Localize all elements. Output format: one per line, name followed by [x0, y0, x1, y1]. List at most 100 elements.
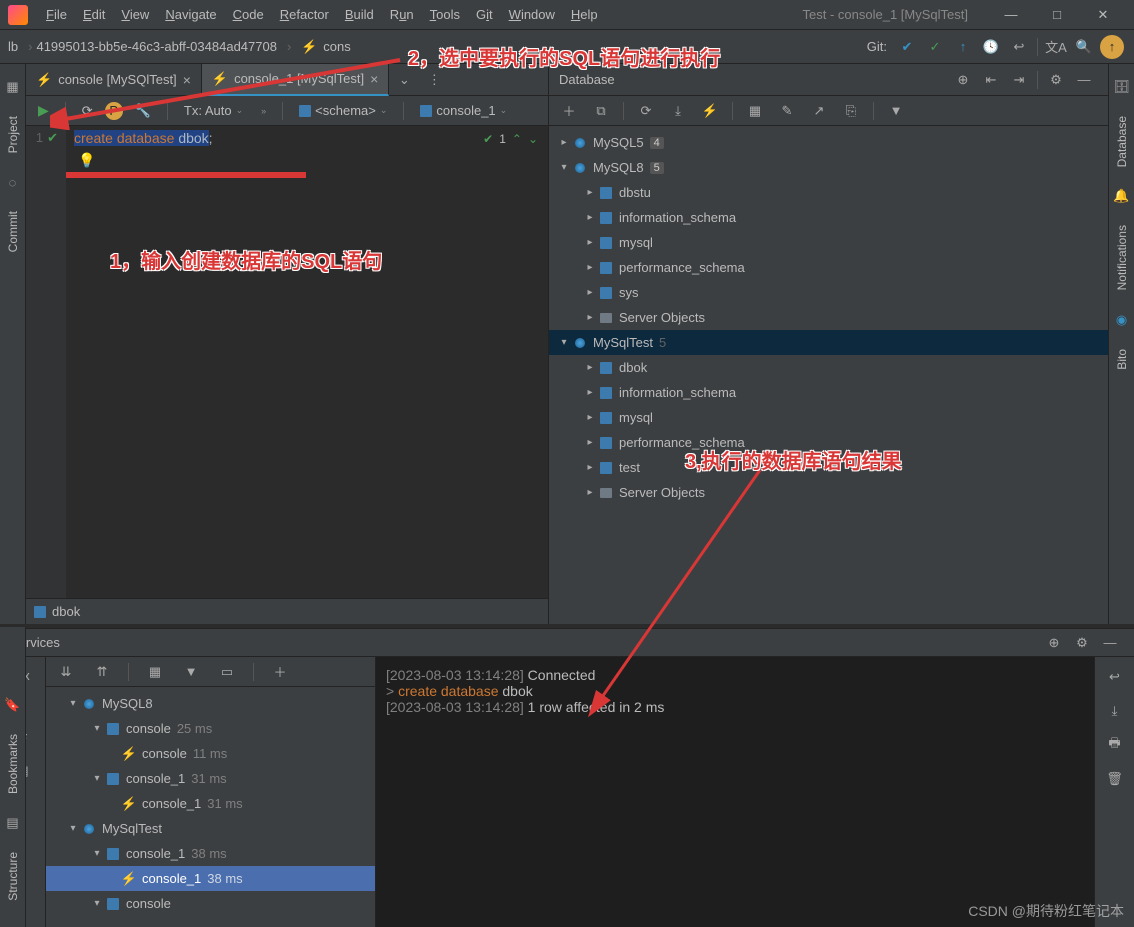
- target-icon[interactable]: ⊕: [1042, 631, 1066, 655]
- tabs-dropdown[interactable]: ⌄: [389, 72, 419, 88]
- table-icon[interactable]: ▦: [743, 99, 767, 123]
- target-icon[interactable]: ⊕: [951, 68, 975, 92]
- scroll-end-icon[interactable]: ⤓: [1103, 699, 1127, 723]
- tree-schema[interactable]: ▸mysql: [549, 405, 1108, 430]
- filter-icon[interactable]: ▼: [179, 660, 203, 684]
- jump-icon[interactable]: ↗: [807, 99, 831, 123]
- menu-refactor[interactable]: Refactor: [272, 0, 337, 29]
- breadcrumb-root[interactable]: lb: [8, 39, 18, 54]
- db-tree[interactable]: ▸MySQL54 ▾MySQL85 ▸dbstu ▸information_sc…: [549, 126, 1108, 624]
- svc-console[interactable]: ▾console25 ms: [46, 716, 375, 741]
- edit-icon[interactable]: ✎: [775, 99, 799, 123]
- sidebar-bito[interactable]: Bito: [1115, 349, 1129, 370]
- explain-plan-icon[interactable]: P: [105, 102, 123, 120]
- menu-build[interactable]: Build: [337, 0, 382, 29]
- menu-help[interactable]: Help: [563, 0, 606, 29]
- tree-server-objects[interactable]: ▸Server Objects: [549, 305, 1108, 330]
- expand-all-icon[interactable]: ⇊: [54, 660, 78, 684]
- tree-schema[interactable]: ▸performance_schema: [549, 255, 1108, 280]
- menu-git[interactable]: Git: [468, 0, 501, 29]
- intention-bulb-icon[interactable]: 💡: [78, 152, 95, 169]
- menu-run[interactable]: Run: [382, 0, 422, 29]
- tree-datasource[interactable]: ▾MySQL85: [549, 155, 1108, 180]
- svc-query-selected[interactable]: ⚡console_138 ms: [46, 866, 375, 891]
- up-icon[interactable]: ⌃: [512, 132, 522, 146]
- svc-datasource[interactable]: ▾MySqlTest: [46, 816, 375, 841]
- svc-datasource[interactable]: ▾MySQL8: [46, 691, 375, 716]
- translate-icon[interactable]: 文A: [1044, 35, 1068, 59]
- editor-body[interactable]: 1✔ create database dbok; 💡 ✔1 ⌃ ⌄: [26, 126, 548, 598]
- gear-icon[interactable]: ⚙: [1070, 631, 1094, 655]
- close-icon[interactable]: ×: [183, 72, 191, 88]
- breadcrumb-item[interactable]: cons: [323, 39, 350, 54]
- sidebar-database[interactable]: Database: [1115, 116, 1129, 167]
- tree-datasource[interactable]: ▸MySQL54: [549, 130, 1108, 155]
- sidebar-structure[interactable]: Structure: [6, 852, 20, 901]
- sidebar-bookmarks[interactable]: Bookmarks: [6, 734, 20, 794]
- inspection-widget[interactable]: ✔1 ⌃ ⌄: [483, 132, 538, 146]
- wrench-icon[interactable]: 🔧: [129, 100, 157, 122]
- menu-code[interactable]: Code: [225, 0, 272, 29]
- bookmarks-icon[interactable]: 🔖: [4, 696, 22, 714]
- menu-file[interactable]: File: [38, 0, 75, 29]
- layout-icon[interactable]: ▭: [215, 660, 239, 684]
- bito-icon[interactable]: ◉: [1113, 311, 1131, 329]
- menu-window[interactable]: Window: [501, 0, 563, 29]
- svc-query[interactable]: ⚡console_131 ms: [46, 791, 375, 816]
- tree-schema[interactable]: ▸mysql: [549, 230, 1108, 255]
- close-icon[interactable]: ×: [370, 71, 378, 87]
- tree-schema[interactable]: ▸performance_schema: [549, 430, 1108, 455]
- run-button[interactable]: ▶: [32, 100, 55, 122]
- menu-navigate[interactable]: Navigate: [157, 0, 224, 29]
- tree-server-objects[interactable]: ▸Server Objects: [549, 480, 1108, 505]
- rollback-icon[interactable]: ↩: [1007, 35, 1031, 59]
- filter-icon[interactable]: ▼: [884, 99, 908, 123]
- bell-icon[interactable]: 🔔: [1113, 187, 1131, 205]
- sidebar-notifications[interactable]: Notifications: [1115, 225, 1129, 290]
- structure-icon[interactable]: ▤: [4, 814, 22, 832]
- tab-console[interactable]: ⚡ console [MySQlTest] ×: [26, 64, 202, 96]
- tabs-more-icon[interactable]: ⋮: [419, 72, 449, 88]
- menu-view[interactable]: View: [113, 0, 157, 29]
- svc-console[interactable]: ▾console_131 ms: [46, 766, 375, 791]
- tx-mode[interactable]: Tx: Auto⌄: [178, 100, 249, 122]
- git-push-icon[interactable]: ↑: [951, 35, 975, 59]
- print-icon[interactable]: 🖶: [1103, 733, 1127, 757]
- svc-query[interactable]: ⚡console11 ms: [46, 741, 375, 766]
- down-icon[interactable]: ⌄: [528, 132, 538, 146]
- commit-icon[interactable]: ◌: [4, 173, 22, 191]
- collapse-icon[interactable]: ⇤: [979, 68, 1003, 92]
- sidebar-project[interactable]: Project: [6, 116, 20, 153]
- minimize-button[interactable]: —: [988, 0, 1034, 30]
- search-icon[interactable]: 🔍: [1072, 35, 1096, 59]
- duplicate-icon[interactable]: ⧉: [589, 99, 613, 123]
- disconnect-icon[interactable]: ⚡: [698, 99, 722, 123]
- hide-icon[interactable]: —: [1072, 68, 1096, 92]
- services-output[interactable]: [2023-08-03 13:14:28] Connected > create…: [376, 657, 1094, 927]
- schema-selector[interactable]: <schema>⌄: [293, 100, 393, 122]
- sidebar-commit[interactable]: Commit: [6, 211, 20, 252]
- tx-more[interactable]: »: [255, 100, 272, 122]
- svc-console[interactable]: ▾console: [46, 891, 375, 916]
- stop-icon[interactable]: ⤓: [666, 99, 690, 123]
- gear-icon[interactable]: ⚙: [1044, 68, 1068, 92]
- refresh-icon[interactable]: ⟳: [634, 99, 658, 123]
- maximize-button[interactable]: □: [1034, 0, 1080, 30]
- group-icon[interactable]: ▦: [143, 660, 167, 684]
- git-update-icon[interactable]: ✔: [895, 35, 919, 59]
- add-icon[interactable]: ＋: [557, 99, 581, 123]
- tree-schema[interactable]: ▸dbstu: [549, 180, 1108, 205]
- add-icon[interactable]: ＋: [268, 660, 292, 684]
- current-schema[interactable]: dbok: [52, 604, 80, 619]
- tree-schema[interactable]: ▸information_schema: [549, 380, 1108, 405]
- session-selector[interactable]: console_1⌄: [414, 100, 513, 122]
- collapse-all-icon[interactable]: ⇈: [90, 660, 114, 684]
- updates-icon[interactable]: ↑: [1100, 35, 1124, 59]
- refresh-icon[interactable]: ⟳: [76, 100, 99, 122]
- tree-schema[interactable]: ▸information_schema: [549, 205, 1108, 230]
- tree-datasource[interactable]: ▾MySqlTest5: [549, 330, 1108, 355]
- expand-icon[interactable]: ⇥: [1007, 68, 1031, 92]
- code-area[interactable]: create database dbok; 💡 ✔1 ⌃ ⌄: [66, 126, 548, 598]
- hide-icon[interactable]: —: [1098, 631, 1122, 655]
- close-button[interactable]: ✕: [1080, 0, 1126, 30]
